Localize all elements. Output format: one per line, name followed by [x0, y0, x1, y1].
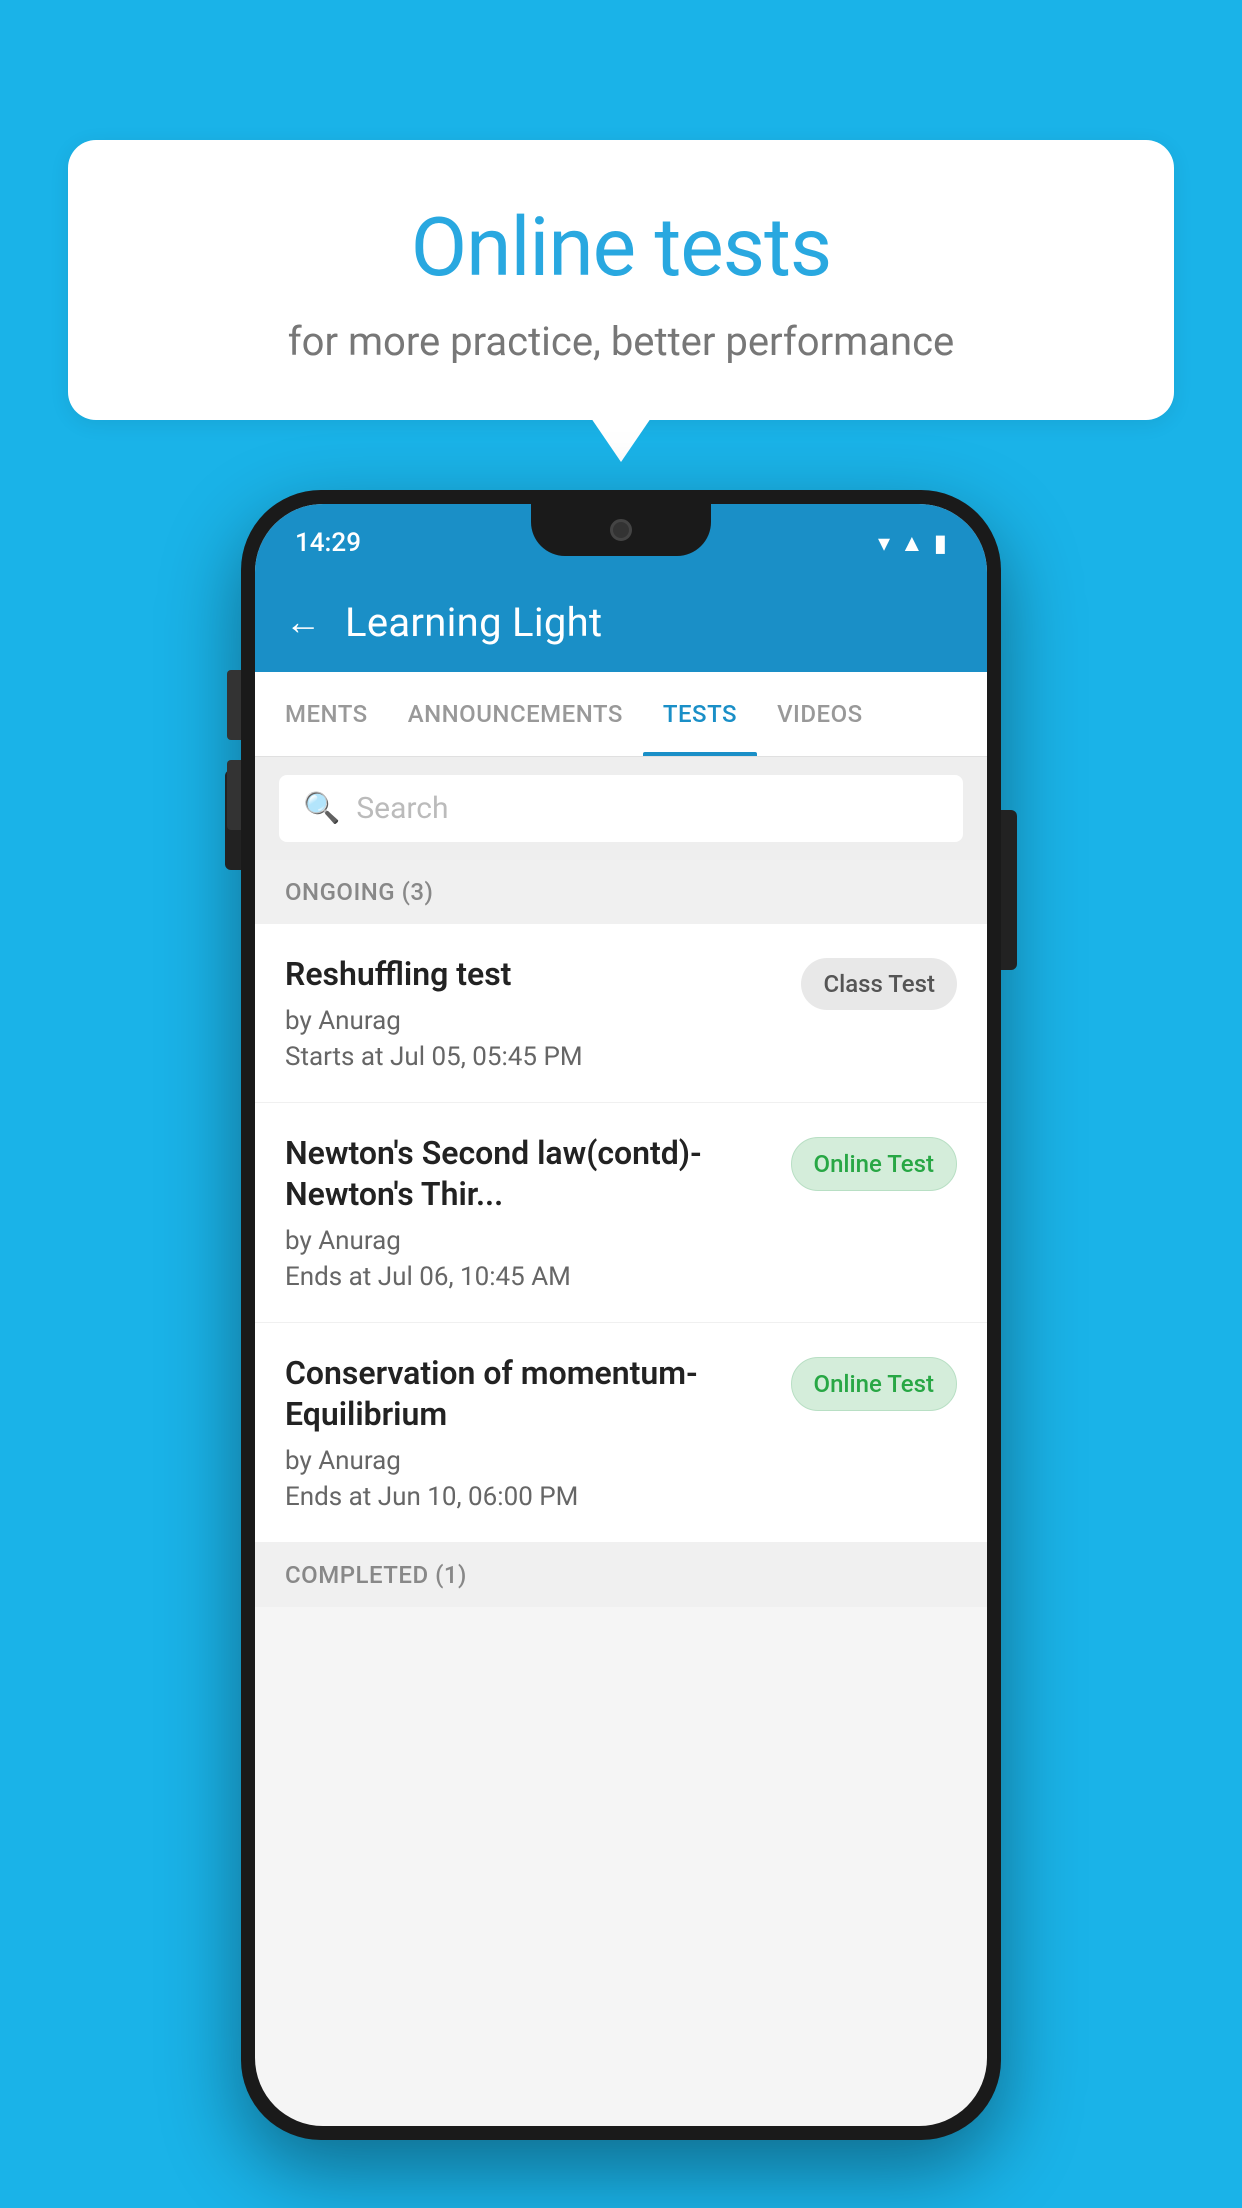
tab-videos[interactable]: VIDEOS	[757, 672, 883, 756]
test-info-3: Conservation of momentum-Equilibrium by …	[285, 1353, 791, 1512]
volume-down-button	[227, 760, 241, 830]
front-camera	[610, 519, 632, 541]
test-item-1[interactable]: Reshuffling test by Anurag Starts at Jul…	[255, 924, 987, 1103]
bubble-title: Online tests	[118, 200, 1124, 296]
app-header: ← Learning Light	[255, 572, 987, 672]
test-badge-1: Class Test	[801, 958, 957, 1010]
test-name-3: Conservation of momentum-Equilibrium	[285, 1353, 771, 1436]
bubble-subtitle: for more practice, better performance	[118, 318, 1124, 365]
test-badge-3: Online Test	[791, 1357, 957, 1411]
test-author-2: by Anurag	[285, 1226, 771, 1256]
tab-tests[interactable]: TESTS	[643, 672, 757, 756]
status-icons: ▾ ▲ ▮	[878, 529, 947, 558]
phone-mockup: 14:29 ▾ ▲ ▮ ← Learning Light MENTS ANNOU…	[241, 490, 1001, 2140]
speech-bubble-container: Online tests for more practice, better p…	[68, 140, 1174, 420]
test-badge-2: Online Test	[791, 1137, 957, 1191]
signal-icon: ▲	[900, 529, 924, 558]
phone-screen: 14:29 ▾ ▲ ▮ ← Learning Light MENTS ANNOU…	[255, 504, 987, 2126]
test-author-3: by Anurag	[285, 1446, 771, 1476]
test-date-1: Starts at Jul 05, 05:45 PM	[285, 1042, 781, 1072]
test-name-2: Newton's Second law(contd)-Newton's Thir…	[285, 1133, 771, 1216]
ongoing-label: ONGOING (3)	[285, 878, 433, 906]
test-date-2: Ends at Jul 06, 10:45 AM	[285, 1262, 771, 1292]
search-container: 🔍 Search	[255, 757, 987, 860]
tab-ments[interactable]: MENTS	[265, 672, 388, 756]
ongoing-section-header: ONGOING (3)	[255, 860, 987, 924]
search-bar[interactable]: 🔍 Search	[279, 775, 963, 842]
phone-notch	[531, 504, 711, 556]
tab-announcements[interactable]: ANNOUNCEMENTS	[388, 672, 643, 756]
phone-outer: 14:29 ▾ ▲ ▮ ← Learning Light MENTS ANNOU…	[241, 490, 1001, 2140]
app-title: Learning Light	[345, 599, 602, 646]
battery-icon: ▮	[934, 529, 947, 557]
search-placeholder: Search	[356, 791, 448, 826]
test-item-2[interactable]: Newton's Second law(contd)-Newton's Thir…	[255, 1103, 987, 1323]
tests-list: Reshuffling test by Anurag Starts at Jul…	[255, 924, 987, 1543]
tab-bar: MENTS ANNOUNCEMENTS TESTS VIDEOS	[255, 672, 987, 757]
status-time: 14:29	[295, 528, 361, 558]
test-item-3[interactable]: Conservation of momentum-Equilibrium by …	[255, 1323, 987, 1543]
completed-label: COMPLETED (1)	[285, 1561, 467, 1589]
test-author-1: by Anurag	[285, 1006, 781, 1036]
wifi-icon: ▾	[878, 529, 890, 557]
back-button[interactable]: ←	[285, 601, 321, 643]
test-info-1: Reshuffling test by Anurag Starts at Jul…	[285, 954, 801, 1072]
completed-section-header: COMPLETED (1)	[255, 1543, 987, 1607]
volume-up-button	[227, 670, 241, 740]
test-name-1: Reshuffling test	[285, 954, 781, 996]
test-info-2: Newton's Second law(contd)-Newton's Thir…	[285, 1133, 791, 1292]
search-icon: 🔍	[303, 791, 340, 826]
test-date-3: Ends at Jun 10, 06:00 PM	[285, 1482, 771, 1512]
speech-bubble: Online tests for more practice, better p…	[68, 140, 1174, 420]
